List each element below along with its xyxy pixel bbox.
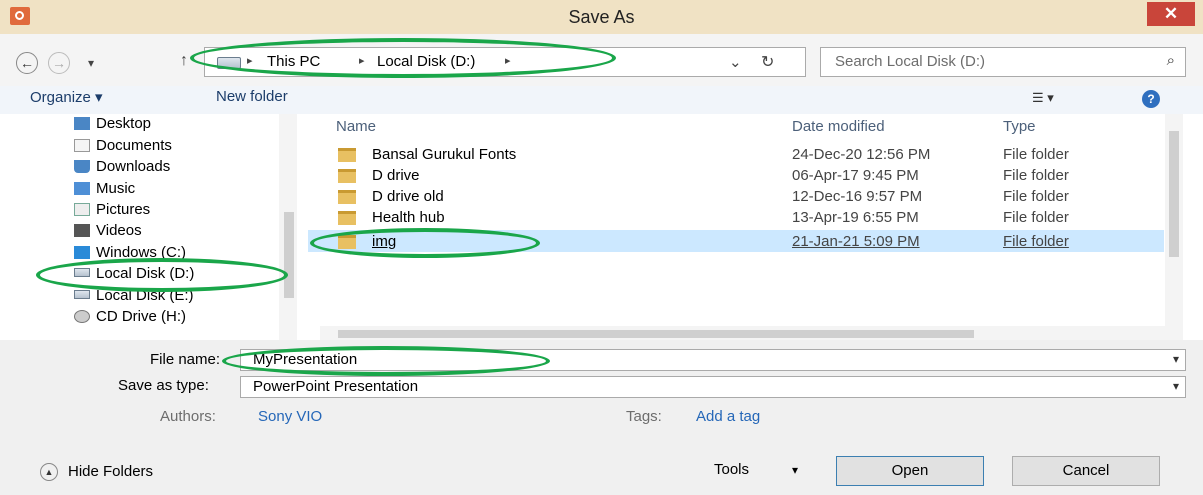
help-icon[interactable]: ? [1142,90,1160,108]
cd-drive-icon [74,310,90,323]
file-date: 13-Apr-19 6:55 PM [792,209,919,226]
refresh-icon[interactable]: ↻ [761,52,774,72]
column-header-date-modified[interactable]: Date modified [792,118,885,135]
drive-icon [74,268,90,277]
sidebar-item-downloads[interactable]: Downloads [74,158,170,179]
breadcrumb-local-disk-d[interactable]: Local Disk (D:) [377,53,475,70]
new-folder-button[interactable]: New folder [216,88,288,105]
authors-value[interactable]: Sony VIO [258,408,322,425]
sidebar-item-local-disk-d[interactable]: Local Disk (D:) [74,265,194,286]
window-title: Save As [568,7,635,27]
file-date: 12-Dec-16 9:57 PM [792,188,923,205]
column-header-name[interactable]: Name [336,118,376,135]
folder-icon [338,190,356,204]
toolbar: Organize ▾ New folder ☰ ▾ ? [0,86,1203,115]
title-bar: Save As ✕ [0,0,1203,34]
tags-value[interactable]: Add a tag [696,408,760,425]
close-button[interactable]: ✕ [1147,2,1195,26]
drive-icon [74,290,90,299]
pictures-icon [74,203,90,216]
sidebar-item-windows-c[interactable]: Windows (C:) [74,244,186,265]
folder-icon [338,169,356,183]
sidebar-item-documents[interactable]: Documents [74,137,172,158]
sidebar-item-label: Windows (C:) [96,244,187,261]
search-input[interactable]: Search Local Disk (D:) ⌕ [820,47,1186,77]
sidebar-item-label: Desktop [96,115,152,132]
file-name: D drive old [372,188,444,205]
tags-label: Tags: [626,408,662,425]
forward-button[interactable]: → [48,52,70,74]
file-type: File folder [1003,167,1069,184]
file-date: 21-Jan-21 5:09 PM [792,233,920,250]
sidebar-item-videos[interactable]: Videos [74,222,142,243]
up-button[interactable]: ↑ [180,52,188,70]
organize-menu[interactable]: Organize ▾ [30,88,103,106]
file-name: img [372,233,397,250]
address-dropdown-icon[interactable]: ⌄ [729,53,742,71]
folder-icon [338,235,356,249]
recent-locations-button[interactable]: ▾ [88,56,94,70]
search-icon[interactable]: ⌕ [1167,52,1175,69]
chevron-up-icon: ▲ [40,463,58,481]
cancel-button[interactable]: Cancel [1012,456,1160,486]
sidebar-item-label: Local Disk (E:) [96,287,194,304]
file-name: D drive [372,167,420,184]
music-icon [74,182,90,195]
file-name: Bansal Gurukul Fonts [372,146,517,163]
documents-icon [74,139,90,152]
file-type: File folder [1003,146,1069,163]
sidebar-item-label: Local Disk (D:) [96,265,195,282]
file-name-value: MyPresentation [253,351,358,368]
windows-drive-icon [74,246,90,259]
file-name: Health hub [372,209,445,226]
file-type: File folder [1003,233,1069,250]
tools-menu[interactable]: Tools [714,461,749,478]
folder-icon [338,211,356,225]
back-button[interactable]: ← [16,52,38,74]
sidebar-item-label: Videos [96,222,142,239]
breadcrumb-separator: ▸ [505,55,511,67]
breadcrumb-separator: ▸ [247,55,253,67]
sidebar-item-pictures[interactable]: Pictures [74,201,150,222]
navigation-bar: ← → ▾ ↑ ▸ This PC ▸ Local Disk (D:) ▸ ⌄ … [0,34,1203,86]
sidebar-item-label: Documents [96,137,172,154]
address-bar[interactable]: ▸ This PC ▸ Local Disk (D:) ▸ ⌄ ↻ [204,47,806,77]
videos-icon [74,224,90,237]
sidebar-item-label: Pictures [96,201,151,218]
file-name-input[interactable]: MyPresentation ▾ [240,349,1186,371]
sidebar-item-label: CD Drive (H:) [96,308,186,325]
open-button[interactable]: Open [836,456,984,486]
chevron-down-icon[interactable]: ▾ [1173,379,1179,393]
sidebar-item-desktop[interactable]: Desktop [74,115,151,136]
sidebar-item-local-disk-e[interactable]: Local Disk (E:) [74,287,194,308]
column-header-type[interactable]: Type [1003,118,1036,135]
tools-dropdown-icon[interactable]: ▾ [792,463,798,477]
sidebar-item-cd-drive-h[interactable]: CD Drive (H:) [74,308,186,329]
horizontal-scrollbar-thumb[interactable] [338,330,974,338]
breadcrumb-separator: ▸ [359,55,365,67]
sidebar-item-label: Downloads [96,158,171,175]
file-type: File folder [1003,209,1069,226]
folder-icon [338,148,356,162]
chevron-down-icon[interactable]: ▾ [1173,352,1179,366]
navigation-scrollbar-thumb[interactable] [284,212,294,298]
save-type-label: Save as type: [118,377,209,394]
sidebar-item-label: Music [96,180,136,197]
downloads-icon [74,160,90,173]
desktop-icon [74,117,90,130]
sidebar-item-music[interactable]: Music [74,180,135,201]
drive-icon [217,57,241,69]
authors-label: Authors: [160,408,216,425]
file-type: File folder [1003,188,1069,205]
file-name-label: File name: [150,351,221,368]
view-options-icon[interactable]: ☰ ▾ [1032,90,1054,106]
save-type-value: PowerPoint Presentation [253,378,419,395]
file-list-scrollbar-thumb[interactable] [1169,131,1179,257]
hide-folders-label: Hide Folders [68,463,154,480]
breadcrumb-this-pc[interactable]: This PC [267,53,320,70]
file-date: 06-Apr-17 9:45 PM [792,167,919,184]
save-type-select[interactable]: PowerPoint Presentation ▾ [240,376,1186,398]
search-placeholder: Search Local Disk (D:) [835,53,986,70]
file-date: 24-Dec-20 12:56 PM [792,146,931,163]
